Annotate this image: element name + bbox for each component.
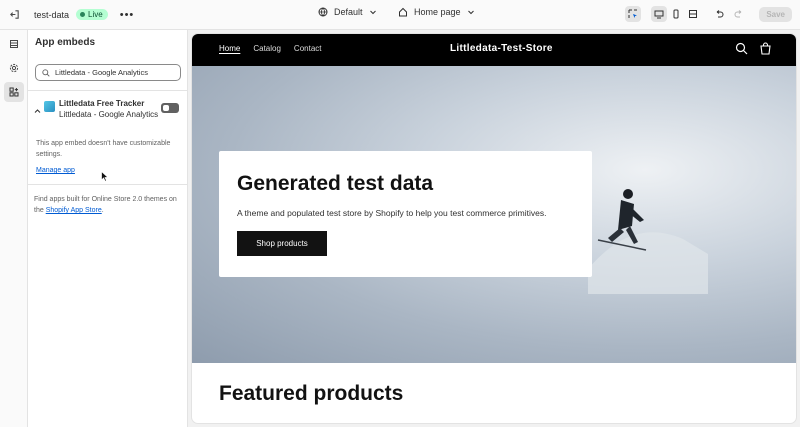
exit-button[interactable] <box>0 0 28 30</box>
app-embed-name: Littledata Free Tracker <box>59 99 145 108</box>
page-selector-label: Home page <box>414 7 461 17</box>
editor-tools: Save <box>625 6 792 22</box>
nav-contact[interactable]: Contact <box>294 44 322 53</box>
chevron-down-icon <box>369 10 376 15</box>
select-cursor-icon <box>628 9 638 18</box>
save-button[interactable]: Save <box>759 6 792 22</box>
nav-catalog[interactable]: Catalog <box>253 44 281 53</box>
nav-home[interactable]: Home <box>219 44 240 53</box>
gear-icon <box>9 63 19 73</box>
search-icon <box>42 68 50 77</box>
featured-products-heading: Featured products <box>219 382 404 405</box>
collapse-button[interactable] <box>34 102 42 120</box>
app-embeds-panel: App embeds Littledata Free Tracker Littl… <box>28 30 188 427</box>
fullscreen-view-button[interactable] <box>685 6 701 22</box>
hero-subtitle: A theme and populated test store by Shop… <box>237 208 547 218</box>
app-embed-subtitle: Littledata - Google Analytics <box>59 110 159 119</box>
store-header: Home Catalog Contact Littledata-Test-Sto… <box>192 34 796 66</box>
redo-button[interactable] <box>731 6 747 22</box>
shop-products-button[interactable]: Shop products <box>237 231 327 256</box>
undo-icon <box>717 10 724 18</box>
redo-icon <box>734 10 742 18</box>
panel-title: App embeds <box>35 37 96 48</box>
app-embed-toggle[interactable] <box>161 103 179 113</box>
editor-topbar: test-data Live ••• Default Home page Sav… <box>0 0 800 30</box>
hero-card: Generated test data A theme and populate… <box>219 151 592 277</box>
inspector-button[interactable] <box>625 6 642 22</box>
rail-sections-button[interactable] <box>4 34 24 54</box>
divider <box>28 184 188 185</box>
fullscreen-icon <box>689 10 698 18</box>
cart-icon[interactable] <box>759 42 772 55</box>
rail-theme-settings-button[interactable] <box>4 58 24 78</box>
sections-icon <box>10 40 18 48</box>
divider <box>28 90 188 91</box>
store-title[interactable]: Littledata-Test-Store <box>450 43 553 54</box>
find-apps-end: . <box>101 207 104 214</box>
apps-icon <box>9 87 19 97</box>
exit-icon <box>9 10 19 19</box>
desktop-view-button[interactable] <box>651 6 668 22</box>
store-name: test-data <box>34 9 70 20</box>
theme-selector-label: Default <box>334 7 363 17</box>
search-icon[interactable] <box>735 42 748 55</box>
home-icon <box>399 7 407 17</box>
toggle-knob <box>163 105 169 111</box>
manage-app-link[interactable]: Manage app <box>36 167 75 174</box>
app-store-link[interactable]: Shopify App Store <box>46 207 102 214</box>
search-input[interactable] <box>55 68 175 77</box>
chevron-up-icon <box>34 109 41 113</box>
undo-button[interactable] <box>711 6 727 22</box>
theme-selector[interactable]: Default <box>318 7 377 17</box>
page-selector[interactable]: Home page <box>398 7 475 17</box>
littledata-logo-icon <box>44 101 55 112</box>
rail-app-embeds-button[interactable] <box>4 82 24 102</box>
find-apps-note: Find apps built for Online Store 2.0 the… <box>34 194 182 216</box>
hero-banner: Generated test data A theme and populate… <box>192 66 796 363</box>
editor-rail <box>0 30 28 427</box>
mobile-icon <box>673 9 679 19</box>
live-dot-icon <box>80 12 86 17</box>
embed-settings-note: This app embed doesn't have customizable… <box>36 140 171 158</box>
globe-icon <box>318 7 328 17</box>
live-badge: Live <box>76 9 108 20</box>
live-badge-label: Live <box>88 10 103 19</box>
store-preview: Home Catalog Contact Littledata-Test-Sto… <box>192 34 796 423</box>
more-actions-button[interactable]: ••• <box>120 9 135 21</box>
mobile-view-button[interactable] <box>668 6 684 22</box>
desktop-icon <box>654 10 664 19</box>
viewport-switcher <box>651 6 701 22</box>
hero-title: Generated test data <box>237 172 434 195</box>
skier-image <box>588 189 708 294</box>
app-embed-text: Littledata Free Tracker Littledata - Goo… <box>59 99 158 119</box>
search-field[interactable] <box>35 64 181 81</box>
chevron-down-icon <box>467 10 474 15</box>
mouse-cursor-icon <box>101 171 109 182</box>
store-nav: Home Catalog Contact <box>219 44 322 53</box>
